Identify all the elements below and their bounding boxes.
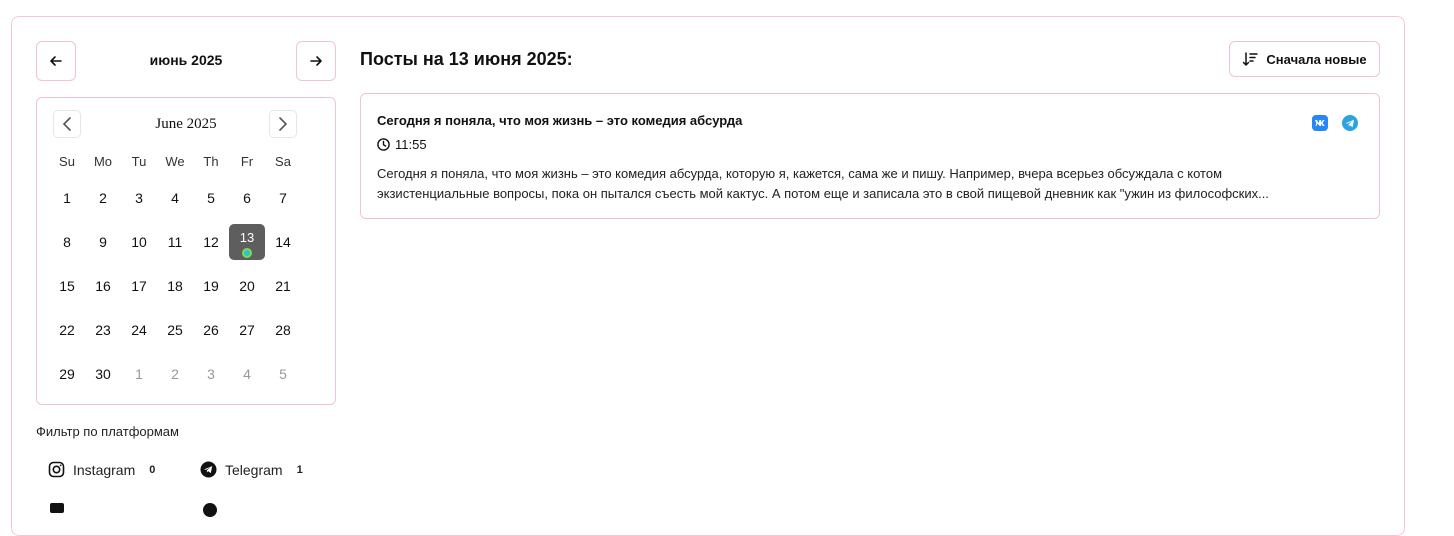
platform-filter-instagram[interactable]: Instagram 0 — [48, 461, 155, 478]
instagram-icon — [48, 461, 65, 478]
telegram-icon — [200, 461, 217, 478]
calendar-day-selected[interactable]: 13 — [229, 224, 265, 260]
calendar: June 2025 Su Mo Tu We Th Fr Sa 1 2 3 4 5 6 7 8 9 10 11 12… — [36, 97, 336, 405]
calendar-day[interactable]: 5 — [265, 356, 301, 392]
calendar-day[interactable]: 4 — [229, 356, 265, 392]
platform-count: 0 — [149, 463, 156, 476]
calendar-day[interactable]: 27 — [229, 312, 265, 348]
calendar-day[interactable]: 23 — [85, 312, 121, 348]
calendar-day[interactable]: 20 — [229, 268, 265, 304]
calendar-day[interactable]: 15 — [49, 268, 85, 304]
posts-title: Посты на 13 июня 2025: — [360, 49, 573, 69]
weekday-label: Mo — [93, 154, 113, 169]
weekday-label: Su — [59, 154, 75, 169]
calendar-day[interactable]: 12 — [193, 224, 229, 260]
post-excerpt-line: экзистенциальные вопросы, пока он пыталс… — [377, 186, 1269, 201]
post-indicator-dot — [242, 248, 252, 258]
arrow-left-icon — [50, 56, 62, 66]
sort-descending-icon — [1243, 52, 1259, 66]
calendar-day[interactable]: 11 — [157, 224, 193, 260]
calendar-day[interactable]: 10 — [121, 224, 157, 260]
calendar-day[interactable]: 18 — [157, 268, 193, 304]
calendar-day[interactable]: 25 — [157, 312, 193, 348]
calendar-day[interactable]: 2 — [157, 356, 193, 392]
vk-filter-icon — [50, 503, 64, 513]
calendar-day[interactable]: 26 — [193, 312, 229, 348]
post-time-value: 11:55 — [395, 137, 427, 152]
calendar-day[interactable]: 24 — [121, 312, 157, 348]
calendar-day[interactable]: 19 — [193, 268, 229, 304]
month-title: июнь 2025 — [149, 52, 223, 68]
platform-count: 1 — [296, 463, 303, 476]
weekday-label: Sa — [275, 154, 291, 169]
calendar-next-button[interactable] — [269, 110, 297, 138]
calendar-day[interactable]: 29 — [49, 356, 85, 392]
calendar-day[interactable]: 4 — [157, 180, 193, 216]
calendar-day[interactable]: 1 — [121, 356, 157, 392]
calendar-day[interactable]: 22 — [49, 312, 85, 348]
telegram-icon — [1342, 115, 1358, 131]
post-time: 11:55 — [377, 137, 427, 152]
sort-button[interactable]: Сначала новые — [1229, 41, 1380, 77]
sort-label: Сначала новые — [1266, 51, 1367, 67]
calendar-day[interactable]: 5 — [193, 180, 229, 216]
calendar-day[interactable]: 17 — [121, 268, 157, 304]
calendar-day[interactable]: 2 — [85, 180, 121, 216]
post-title: Сегодня я поняла, что моя жизнь – это ко… — [377, 113, 743, 128]
weekday-label: Th — [203, 154, 219, 169]
calendar-day[interactable]: 3 — [193, 356, 229, 392]
calendar-day[interactable]: 3 — [121, 180, 157, 216]
calendar-day[interactable]: 9 — [85, 224, 121, 260]
calendar-day[interactable]: 28 — [265, 312, 301, 348]
next-month-button[interactable] — [296, 41, 336, 81]
weekday-label: Fr — [240, 154, 254, 169]
weekday-label: We — [165, 154, 185, 169]
calendar-day[interactable]: 7 — [265, 180, 301, 216]
calendar-day[interactable]: 16 — [85, 268, 121, 304]
calendar-day[interactable]: 6 — [229, 180, 265, 216]
post-excerpt: Сегодня я поняла, что моя жизнь – это ко… — [377, 164, 1357, 204]
arrow-right-icon — [310, 56, 322, 66]
calendar-day[interactable]: 8 — [49, 224, 85, 260]
platform-label: Telegram — [225, 461, 283, 478]
post-excerpt-line: Сегодня я поняла, что моя жизнь – это ко… — [377, 166, 1222, 181]
calendar-day[interactable]: 14 — [265, 224, 301, 260]
chevron-right-icon — [279, 117, 288, 131]
calendar-day[interactable]: 21 — [265, 268, 301, 304]
vk-icon — [1312, 115, 1328, 131]
facebook-filter-icon — [203, 503, 217, 517]
weekday-label: Tu — [131, 154, 147, 169]
calendar-day[interactable]: 30 — [85, 356, 121, 392]
post-card[interactable]: Сегодня я поняла, что моя жизнь – это ко… — [360, 93, 1380, 219]
clock-icon — [377, 138, 390, 151]
platform-filter-telegram[interactable]: Telegram 1 — [200, 461, 303, 478]
filter-title: Фильтр по платформам — [36, 424, 179, 439]
calendar-day[interactable]: 1 — [49, 180, 85, 216]
platform-label: Instagram — [73, 461, 136, 478]
prev-month-button[interactable] — [36, 41, 76, 81]
